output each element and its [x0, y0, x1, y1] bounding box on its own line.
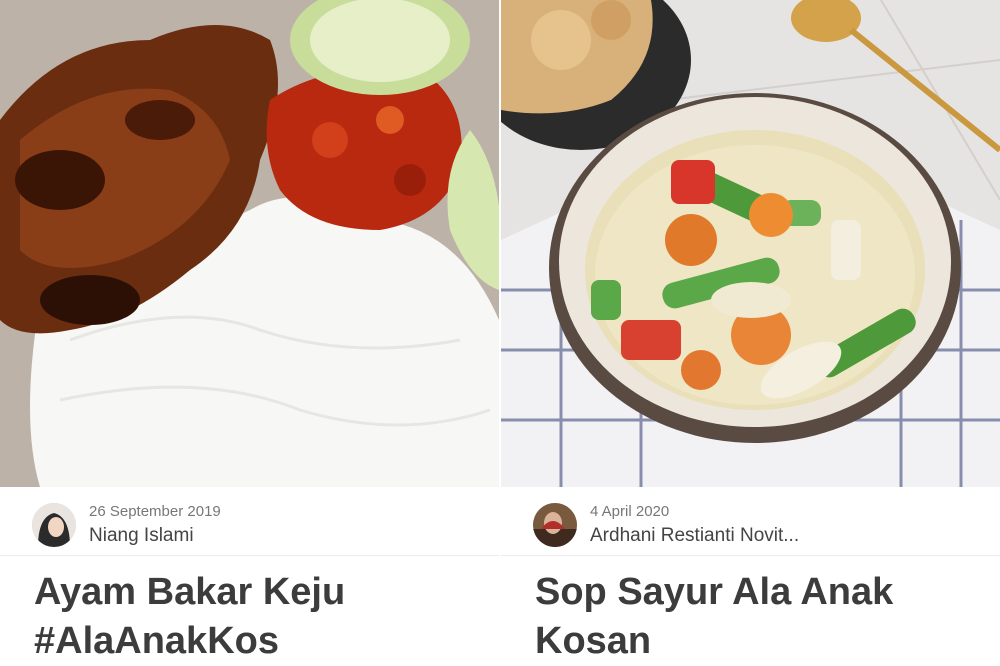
recipe-title[interactable]: Sop Sayur Ala Anak Kosan: [535, 568, 975, 666]
recipe-title-line: Kosan: [535, 620, 652, 662]
recipe-meta-sop-sayur: 4 April 2020 Ardhani Restianti Novit...: [501, 487, 1000, 556]
recipe-meta-ayam-bakar: 26 September 2019 Niang Islami: [0, 487, 499, 556]
author-name[interactable]: Niang Islami: [89, 525, 194, 547]
user-avatar-icon[interactable]: [533, 503, 577, 547]
recipe-title-line: Sop Sayur Ala Anak: [535, 571, 894, 613]
post-date: 4 April 2020: [590, 503, 670, 520]
recipe-photo-sop-sayur[interactable]: [501, 0, 1000, 487]
recipe-card-ayam-bakar[interactable]: 26 September 2019 Niang Islami Ayam Baka…: [0, 0, 499, 666]
author-name[interactable]: Ardhani Restianti Novit...: [590, 525, 799, 547]
recipe-title[interactable]: Ayam Bakar Keju #AlaAnakKos: [34, 568, 474, 666]
recipe-card-sop-sayur[interactable]: 4 April 2020 Ardhani Restianti Novit... …: [501, 0, 1000, 666]
recipe-title-line: Ayam Bakar Keju: [34, 571, 346, 613]
post-date: 26 September 2019: [89, 503, 221, 520]
user-avatar-icon[interactable]: [32, 503, 76, 547]
recipe-photo-ayam-bakar[interactable]: [0, 0, 499, 487]
recipe-title-line: #AlaAnakKos: [34, 620, 279, 662]
